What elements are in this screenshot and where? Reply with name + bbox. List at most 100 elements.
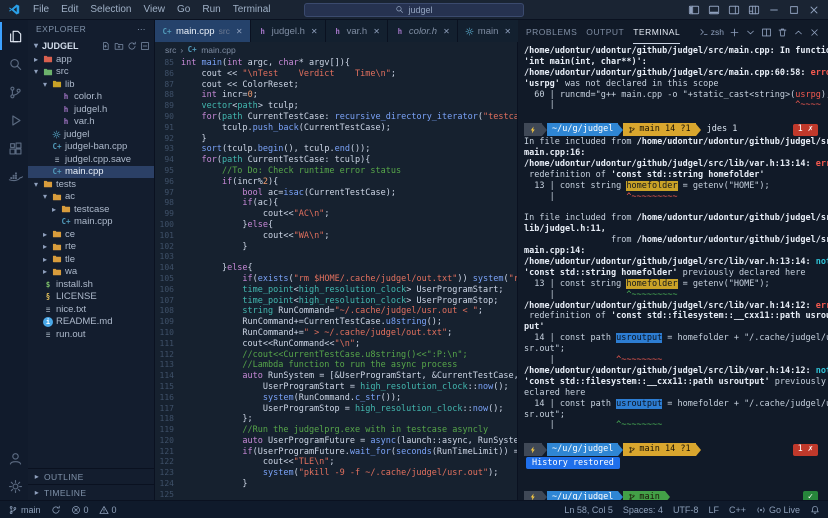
panel-tab-terminal[interactable]: TERMINAL	[633, 20, 680, 44]
trash-icon[interactable]	[777, 27, 788, 38]
code-line[interactable]: 119 //Run the judgelprg.exe with in test…	[155, 425, 517, 436]
tree-file-main-cpp[interactable]: C+main.cpp	[28, 166, 154, 179]
code-line[interactable]: 105 if(exists("rm $HOME/.cache/judgel/ou…	[155, 274, 517, 285]
tree-folder-rte[interactable]: ▸rte	[28, 241, 154, 254]
activity-search[interactable]	[0, 50, 28, 78]
code-line[interactable]: 107 time_point<high_resolution_clock> Us…	[155, 296, 517, 307]
tree-file-main-cpp[interactable]: C+main.cpp	[28, 216, 154, 229]
project-section-header[interactable]: ▾JUDGEL	[28, 38, 154, 53]
close-icon[interactable]: ✕	[373, 27, 380, 36]
activity-explorer[interactable]	[0, 22, 28, 50]
code-line[interactable]: 100 }else{	[155, 220, 517, 231]
tree-folder-tle[interactable]: ▸tle	[28, 253, 154, 266]
tree-folder-ac[interactable]: ▾ac	[28, 191, 154, 204]
code-line[interactable]: 88 int incr=0;	[155, 90, 517, 101]
tree-file-color-h[interactable]: hcolor.h	[28, 91, 154, 104]
status-warning[interactable]: 0	[99, 505, 117, 515]
close-icon[interactable]: ✕	[504, 27, 511, 36]
menu-selection[interactable]: Selection	[84, 4, 137, 15]
tree-file-judgel[interactable]: judgel	[28, 128, 154, 141]
code-line[interactable]: 96 if(incr%2){	[155, 177, 517, 188]
menu-edit[interactable]: Edit	[55, 4, 84, 15]
breadcrumb[interactable]: src›C+main.cpp	[155, 42, 517, 57]
chev-down-icon[interactable]	[745, 27, 756, 38]
tab-main[interactable]: main✕	[458, 20, 519, 42]
layout-cu-icon[interactable]	[748, 4, 760, 16]
tab-var-h[interactable]: hvar.h✕	[326, 20, 388, 42]
tree-file-judgel-ban-cpp[interactable]: C+judgel-ban.cpp	[28, 141, 154, 154]
code-line[interactable]: 97 bool ac=isac(CurrentTestCase);	[155, 188, 517, 199]
tree-folder-ce[interactable]: ▸ce	[28, 228, 154, 241]
collapse-icon[interactable]	[140, 41, 150, 51]
tree-file-var-h[interactable]: hvar.h	[28, 116, 154, 129]
activity-run-and-debug[interactable]	[0, 106, 28, 134]
code-line[interactable]: 109 RunCommand+=CurrentTestCase.u8string…	[155, 317, 517, 328]
panel-tab-output[interactable]: OUTPUT	[586, 20, 624, 44]
tree-file-run-out[interactable]: ≡run.out	[28, 328, 154, 341]
tab-main-cpp[interactable]: C+main.cppsrc✕	[155, 20, 251, 42]
menu-run[interactable]: Run	[196, 4, 226, 15]
activity-source-control[interactable]	[0, 78, 28, 106]
layout-pn-icon[interactable]	[708, 4, 720, 16]
section-timeline[interactable]: ▸TIMELINE	[28, 484, 154, 500]
code-line[interactable]: 103	[155, 252, 517, 263]
code-line[interactable]: 110 RunCommand+=" > ~/.cache/judgel/out.…	[155, 328, 517, 339]
status-spaces-4[interactable]: Spaces: 4	[623, 505, 663, 515]
tree-folder-tests[interactable]: ▾tests	[28, 178, 154, 191]
tree-file-judgel-h[interactable]: hjudgel.h	[28, 103, 154, 116]
code-line[interactable]: 93 sort(tculp.begin(), tculp.end());	[155, 144, 517, 155]
win-min-icon[interactable]	[768, 4, 780, 16]
code-line[interactable]: 104 }else{	[155, 263, 517, 274]
code-line[interactable]: 121 if(UserProgramFuture.wait_for(second…	[155, 447, 517, 458]
code-line[interactable]: 118 };	[155, 414, 517, 425]
refresh-icon[interactable]	[127, 41, 137, 51]
status-utf-8[interactable]: UTF-8	[673, 505, 699, 515]
code-line[interactable]: 94 for(path CurrentTestCase: tculp){	[155, 155, 517, 166]
code-line[interactable]: 90 for(path CurrentTestCase: recursive_d…	[155, 112, 517, 123]
tree-folder-src[interactable]: ▾src	[28, 66, 154, 79]
close-icon[interactable]: ✕	[236, 27, 243, 36]
code-line[interactable]: 102 }	[155, 242, 517, 253]
activity-accounts[interactable]	[0, 444, 28, 472]
code-line[interactable]: 87 cout << ColorReset;	[155, 80, 517, 91]
status-branch[interactable]: main	[8, 505, 41, 515]
terminal-output[interactable]: /home/udontur/udontur/github/judgel/src/…	[518, 44, 828, 500]
tree-file-judgel-cpp-save[interactable]: ≡judgel.cpp.save	[28, 153, 154, 166]
code-line[interactable]: 108 string RunCommand="~/.cache/judgel/u…	[155, 306, 517, 317]
status-sync[interactable]	[51, 505, 61, 515]
code-line[interactable]: 92 }	[155, 134, 517, 145]
close-icon[interactable]	[809, 27, 820, 38]
code-line[interactable]: 111 cout<<RunCommand<<"\n";	[155, 339, 517, 350]
tab-color-h[interactable]: hcolor.h✕	[388, 20, 458, 42]
tree-folder-wa[interactable]: ▸wa	[28, 266, 154, 279]
win-max-icon[interactable]	[788, 4, 800, 16]
tree-file-license[interactable]: §LICENSE	[28, 291, 154, 304]
code-line[interactable]: 117 UserProgramStop = high_resolution_cl…	[155, 404, 517, 415]
panel-tab-problems[interactable]: PROBLEMS	[526, 20, 577, 44]
menu-view[interactable]: View	[138, 4, 172, 15]
code-line[interactable]: 106 time_point<high_resolution_clock> Us…	[155, 285, 517, 296]
activity-docker[interactable]	[0, 162, 28, 190]
code-line[interactable]: 113 //Lambda function to run the async p…	[155, 360, 517, 371]
code-line[interactable]: 99 cout<<"AC\n";	[155, 209, 517, 220]
command-center-search[interactable]: judgel	[304, 3, 524, 17]
code-line[interactable]: 95 //To Do: Check runtime error status	[155, 166, 517, 177]
code-line[interactable]: 89 vector<path> tculp;	[155, 101, 517, 112]
menu-go[interactable]: Go	[171, 4, 196, 15]
terminal-shell-selector[interactable]: zsh	[699, 27, 724, 37]
code-line[interactable]: 85int main(int argc, char* argv[]){	[155, 58, 517, 69]
tree-file-nice-txt[interactable]: ≡nice.txt	[28, 303, 154, 316]
code-line[interactable]: 120 auto UserProgramFuture = async(launc…	[155, 436, 517, 447]
code-line[interactable]: 116 system(RunCommand.c_str());	[155, 393, 517, 404]
layout-sb-icon[interactable]	[688, 4, 700, 16]
chev-up-icon[interactable]	[793, 27, 804, 38]
menu-file[interactable]: File	[27, 4, 55, 15]
status-ln-58-col-5[interactable]: Ln 58, Col 5	[564, 505, 613, 515]
code-line[interactable]: 124 }	[155, 479, 517, 490]
tree-folder-lib[interactable]: ▾lib	[28, 78, 154, 91]
code-line[interactable]: 91 tculp.push_back(CurrentTestCase);	[155, 123, 517, 134]
close-icon[interactable]	[808, 4, 820, 16]
activity-extensions[interactable]	[0, 134, 28, 162]
close-icon[interactable]: ✕	[443, 27, 450, 36]
breadcrumb-item[interactable]: src	[165, 45, 176, 55]
